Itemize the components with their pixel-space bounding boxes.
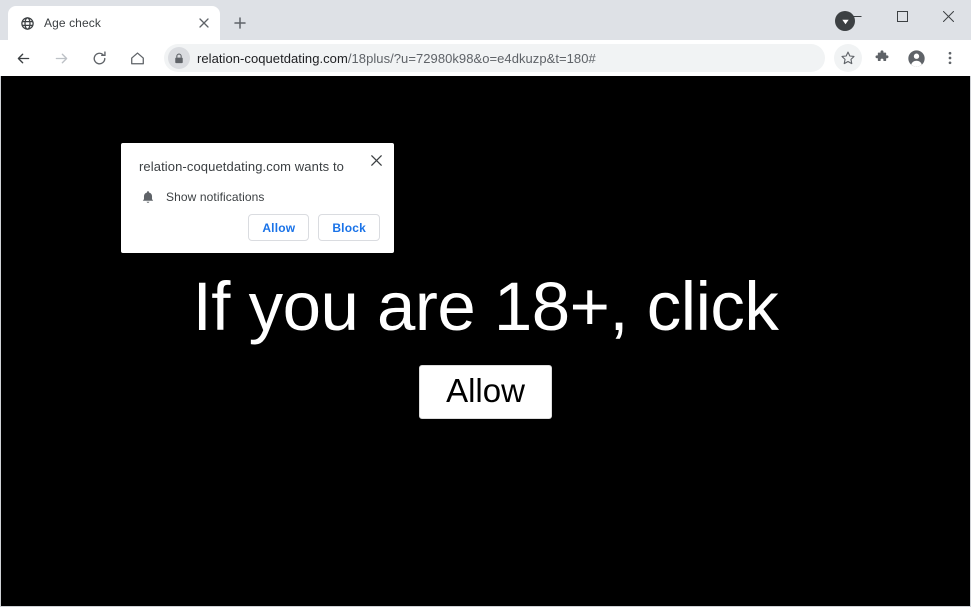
tab-title: Age check [44,16,101,30]
bell-icon [139,189,156,206]
url-text: relation-coquetdating.com/18plus/?u=7298… [197,51,596,66]
allow-button[interactable]: Allow [248,214,310,241]
new-tab-button[interactable] [226,9,254,37]
reload-icon[interactable] [85,44,113,72]
maximize-button[interactable] [879,0,925,32]
block-button[interactable]: Block [318,214,380,241]
notification-permission-dialog: relation-coquetdating.com wants to Show … [121,143,394,253]
dialog-close-icon[interactable] [367,151,385,169]
browser-toolbar: relation-coquetdating.com/18plus/?u=7298… [0,40,971,76]
url-host: relation-coquetdating.com [197,50,348,66]
home-icon[interactable] [123,44,151,72]
close-icon[interactable] [196,15,212,31]
permission-label: Show notifications [166,190,265,205]
page-headline: If you are 18+, click [192,268,779,345]
browser-tab[interactable]: Age check [8,6,220,40]
browser-window: Age check relation-coquetdating.com/18pl… [0,0,971,607]
address-bar[interactable]: relation-coquetdating.com/18plus/?u=7298… [164,44,825,72]
bookmark-star-icon[interactable] [834,44,862,72]
page-viewport: If you are 18+, click Allow relation-coq… [0,76,971,607]
chrome-menu-icon[interactable] [936,44,964,72]
extensions-puzzle-icon[interactable] [868,44,896,72]
tab-strip: Age check [0,0,971,40]
profile-avatar-icon[interactable] [902,44,930,72]
dialog-title: relation-coquetdating.com wants to [139,159,345,174]
url-path: /18plus/?u=72980k98&o=e4dkuzp&t=180# [347,50,596,66]
lock-icon[interactable] [168,47,190,69]
permission-row: Show notifications [139,189,378,206]
dialog-actions: Allow Block [248,214,380,241]
back-icon[interactable] [9,44,37,72]
forward-icon [47,44,75,72]
minimize-button[interactable] [833,0,879,32]
close-window-button[interactable] [925,0,971,32]
page-allow-button[interactable]: Allow [419,365,552,420]
window-controls [833,0,971,40]
globe-icon [19,15,35,31]
